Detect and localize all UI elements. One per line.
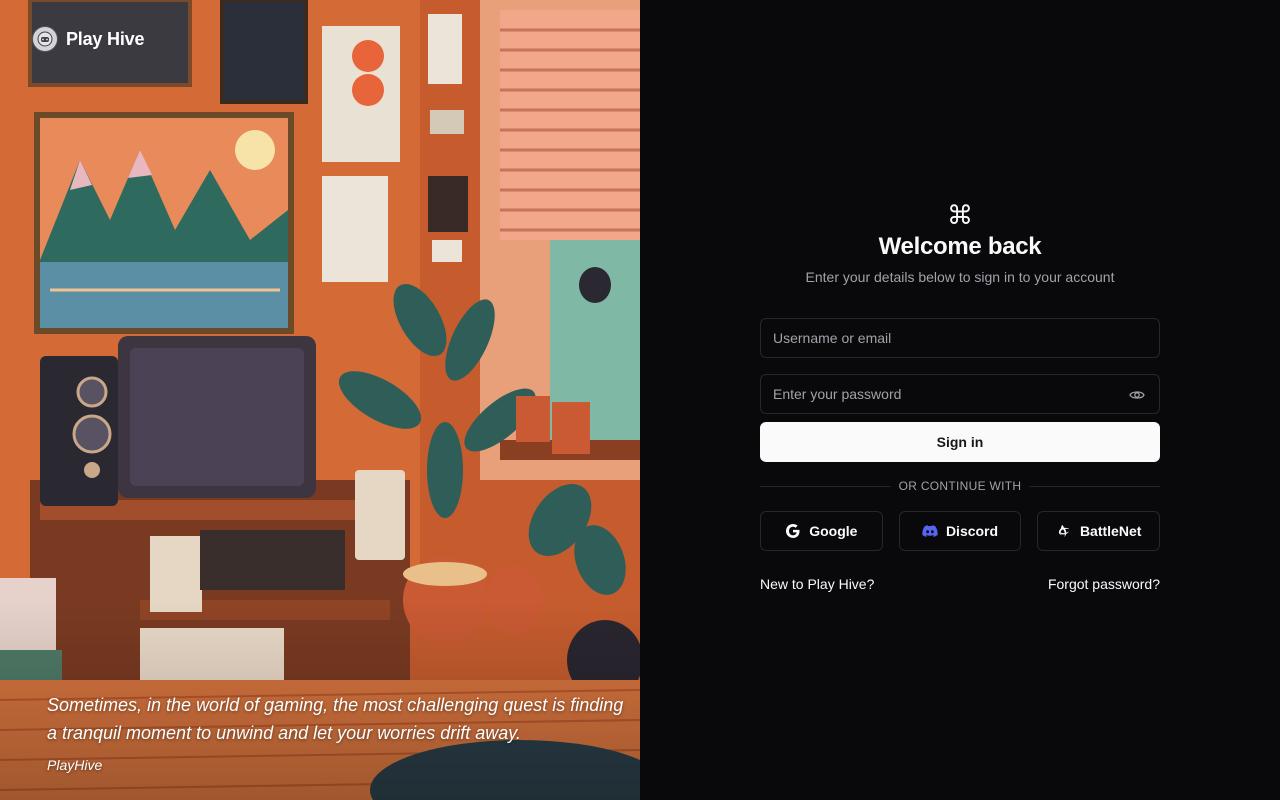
brand-name: Play Hive <box>66 28 145 49</box>
battlenet-label: BattleNet <box>1079 523 1142 539</box>
divider-label: OR CONTINUE WITH <box>890 479 1030 493</box>
google-icon <box>786 524 800 538</box>
command-icon: ⌘ <box>947 201 973 231</box>
battlenet-login-button[interactable]: BattleNet <box>1037 511 1161 551</box>
page-title: Welcome back <box>878 233 1042 260</box>
discord-icon <box>922 525 938 537</box>
divider: OR CONTINUE WITH <box>760 479 1160 493</box>
eye-icon[interactable] <box>1129 387 1145 403</box>
username-field-wrapper <box>760 318 1160 358</box>
signup-link[interactable]: New to Play Hive? <box>760 576 874 592</box>
password-field-wrapper <box>760 374 1160 414</box>
battlenet-icon <box>1058 525 1070 537</box>
cozy-room-illustration <box>0 0 640 800</box>
signin-form: ⌘ Welcome back Enter your details below … <box>760 201 1161 592</box>
brand[interactable]: Play Hive <box>32 26 144 52</box>
forgot-password-link[interactable]: Forgot password? <box>1048 576 1160 592</box>
sign-in-button[interactable]: Sign in <box>760 422 1160 462</box>
discord-label: Discord <box>945 523 999 539</box>
username-input[interactable] <box>761 319 1159 357</box>
hero-quote-author: PlayHive <box>47 757 103 773</box>
hero-quote: Sometimes, in the world of gaming, the m… <box>47 695 624 743</box>
controller-avatar-icon <box>32 26 58 52</box>
google-label: Google <box>809 523 858 539</box>
discord-login-button[interactable]: Discord <box>898 511 1022 551</box>
auth-links: New to Play Hive? Forgot password? <box>760 576 1160 592</box>
hero-panel: Play Hive Sometimes, in the world of gam… <box>0 0 640 800</box>
password-input[interactable] <box>761 375 1159 413</box>
google-login-button[interactable]: Google <box>760 511 883 551</box>
page-subtitle: Enter your details below to sign in to y… <box>805 269 1115 285</box>
login-page: Play Hive Sometimes, in the world of gam… <box>0 0 1280 800</box>
social-login-buttons: Google Discord BattleNet <box>760 511 1161 551</box>
credential-fields <box>760 318 1160 414</box>
auth-panel: ⌘ Welcome back Enter your details below … <box>640 0 1280 800</box>
